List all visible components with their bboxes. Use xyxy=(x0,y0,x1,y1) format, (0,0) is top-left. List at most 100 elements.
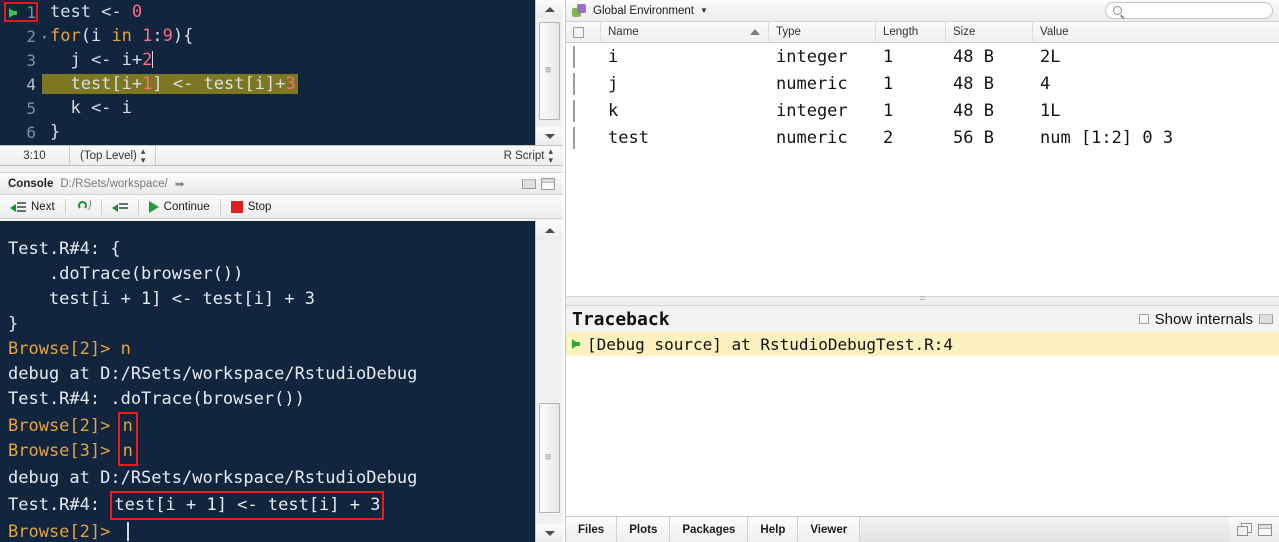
stop-button[interactable]: Stop xyxy=(221,195,282,218)
row-checkbox[interactable] xyxy=(573,45,575,68)
column-header-type-label: Type xyxy=(776,26,801,38)
console-text-segment: Browse[2]> xyxy=(8,339,121,359)
pane-window-buttons xyxy=(1229,517,1279,542)
console-output-area[interactable]: debug at D:/RSets/workspace/RstudioDebug… xyxy=(0,221,563,542)
console-scroll-up-button[interactable] xyxy=(536,221,563,239)
column-header-size[interactable]: Size xyxy=(946,22,1033,42)
minimize-icon[interactable] xyxy=(522,178,536,189)
share-icon[interactable]: ➥ xyxy=(175,177,185,191)
show-internals-checkbox[interactable] xyxy=(1138,314,1149,324)
scope-selector[interactable]: (Top Level) ▴ ▾ xyxy=(70,146,157,165)
cell-name: test xyxy=(608,127,649,148)
cell-size: 56 B xyxy=(953,127,994,148)
editor-scroll-thumb[interactable] xyxy=(539,22,560,120)
chevron-down-icon[interactable]: ▼ xyxy=(700,6,708,15)
console-scrollbar[interactable] xyxy=(535,221,563,542)
console-text-segment: } xyxy=(8,314,19,334)
console-text-segment: test[i + 1] <- test[i] + 3 xyxy=(8,289,316,309)
row-checkbox-cell[interactable] xyxy=(566,99,601,122)
code-line[interactable]: 1 test <- 0 xyxy=(0,0,535,24)
environment-search-box[interactable] xyxy=(1105,2,1273,19)
console-line: debug at D:/RSets/workspace/RstudioDebug xyxy=(8,221,527,237)
row-checkbox[interactable] xyxy=(573,99,575,122)
console-scroll-down-button[interactable] xyxy=(536,524,563,542)
step-into-icon: } xyxy=(76,200,92,213)
column-header-length[interactable]: Length xyxy=(876,22,946,42)
tab-files[interactable]: Files xyxy=(566,517,618,542)
minimize-icon[interactable] xyxy=(1259,314,1273,324)
source-editor[interactable]: 1 test <- 0 2 ▾ for(i in 1:9){3 j <- i+2 4 te… xyxy=(0,0,563,145)
tab-help[interactable]: Help xyxy=(748,517,799,542)
step-into-button[interactable]: } xyxy=(66,195,101,218)
code-line-text: k <- i xyxy=(50,98,132,118)
table-row[interactable]: i integer 1 48 B 2L xyxy=(566,43,1279,70)
continue-button[interactable]: Continue xyxy=(139,195,220,218)
table-row[interactable]: test numeric 2 56 B num [1:2] 0 3 xyxy=(566,124,1279,151)
file-type-selector[interactable]: R Script ▴ ▾ xyxy=(494,146,563,165)
editor-scroll-up-button[interactable] xyxy=(536,0,563,18)
cell-length: 1 xyxy=(883,46,894,67)
row-checkbox[interactable] xyxy=(573,72,575,95)
select-all-checkbox[interactable] xyxy=(573,26,584,38)
column-header-name-label: Name xyxy=(608,26,639,38)
cell-length: 1 xyxy=(883,73,894,94)
traceback-splitter[interactable] xyxy=(566,296,1279,306)
code-line-text: test <- 0 xyxy=(50,2,143,22)
column-header-name[interactable]: Name xyxy=(601,22,769,42)
next-button[interactable]: Next xyxy=(0,195,65,218)
table-row[interactable]: j numeric 1 48 B 4 xyxy=(566,70,1279,97)
editor-scrollbar[interactable] xyxy=(535,0,563,145)
code-line[interactable]: 4 test[i+1] <- test[i]+3 xyxy=(0,2,535,96)
code-line[interactable]: 3 j <- i+2 xyxy=(0,48,535,72)
step-out-button[interactable] xyxy=(102,195,138,218)
tab-viewer[interactable]: Viewer xyxy=(798,517,861,542)
cell-type: numeric xyxy=(776,127,848,148)
code-area[interactable]: 1 test <- 0 2 ▾ for(i in 1:9){3 j <- i+2 4 te… xyxy=(0,0,535,145)
row-checkbox-cell[interactable] xyxy=(566,72,601,95)
console-title-label: Console xyxy=(8,177,54,190)
code-line[interactable]: 2 ▾ for(i in 1:9){ xyxy=(0,24,535,48)
traceback-item[interactable]: [Debug source] at RstudioDebugTest.R:4 xyxy=(566,332,1279,356)
table-row[interactable]: k integer 1 48 B 1L xyxy=(566,97,1279,124)
maximize-icon[interactable] xyxy=(1258,523,1272,536)
column-header-value[interactable]: Value xyxy=(1033,22,1279,42)
code-line[interactable]: 6} xyxy=(0,120,535,144)
console-line: } xyxy=(8,312,527,337)
column-header-value-label: Value xyxy=(1040,26,1069,38)
debug-arrow-icon xyxy=(572,339,580,349)
bottom-tab-bar: Files Plots Packages Help Viewer xyxy=(566,516,1279,542)
annotation-box: n xyxy=(117,439,138,466)
traceback-title-label: Traceback xyxy=(572,308,670,330)
tab-plots[interactable]: Plots xyxy=(617,517,671,542)
maximize-icon[interactable] xyxy=(541,177,555,190)
fold-toggle-icon[interactable]: ▾ xyxy=(42,33,47,43)
line-number: 3 xyxy=(26,50,36,70)
select-all-checkbox-cell[interactable] xyxy=(566,22,601,42)
cursor-position: 3:10 xyxy=(0,146,70,165)
console-text-segment: Browse[2]> xyxy=(8,522,121,542)
traceback-title-bar: Traceback Show internals xyxy=(566,306,1279,332)
console-line: .doTrace(browser()) xyxy=(8,262,527,287)
environment-icon xyxy=(572,3,587,18)
console-scroll-thumb[interactable] xyxy=(539,403,560,513)
console-line: Test.R#4: test[i + 1] <- test[i] + 3 xyxy=(8,491,527,520)
environment-scope-label[interactable]: Global Environment xyxy=(593,5,694,17)
traceback-controls: Show internals xyxy=(1138,311,1273,328)
editor-status-bar: 3:10 (Top Level) ▴ ▾ R Script ▴ ▾ xyxy=(0,145,563,166)
environment-table-body: i integer 1 48 B 2L j numeric 1 48 B 4 k integer 1 48… xyxy=(566,43,1279,151)
cell-size: 48 B xyxy=(953,46,994,67)
cell-name: k xyxy=(608,100,619,121)
restore-icon[interactable] xyxy=(1237,523,1252,536)
column-header-type[interactable]: Type xyxy=(769,22,876,42)
code-line-text: test[i+1] <- test[i]+3 xyxy=(42,74,298,94)
code-line[interactable]: 5 k <- i xyxy=(0,96,535,120)
console-text[interactable]: debug at D:/RSets/workspace/RstudioDebug… xyxy=(0,221,535,542)
show-internals-label[interactable]: Show internals xyxy=(1155,311,1253,328)
tab-packages[interactable]: Packages xyxy=(670,517,749,542)
editor-scroll-down-button[interactable] xyxy=(536,127,563,145)
row-checkbox[interactable] xyxy=(573,126,575,149)
row-checkbox-cell[interactable] xyxy=(566,45,601,68)
traceback-body: [Debug source] at RstudioDebugTest.R:4 xyxy=(566,332,1279,460)
chevron-updown-icon: ▴ ▾ xyxy=(548,145,553,165)
row-checkbox-cell[interactable] xyxy=(566,126,601,149)
